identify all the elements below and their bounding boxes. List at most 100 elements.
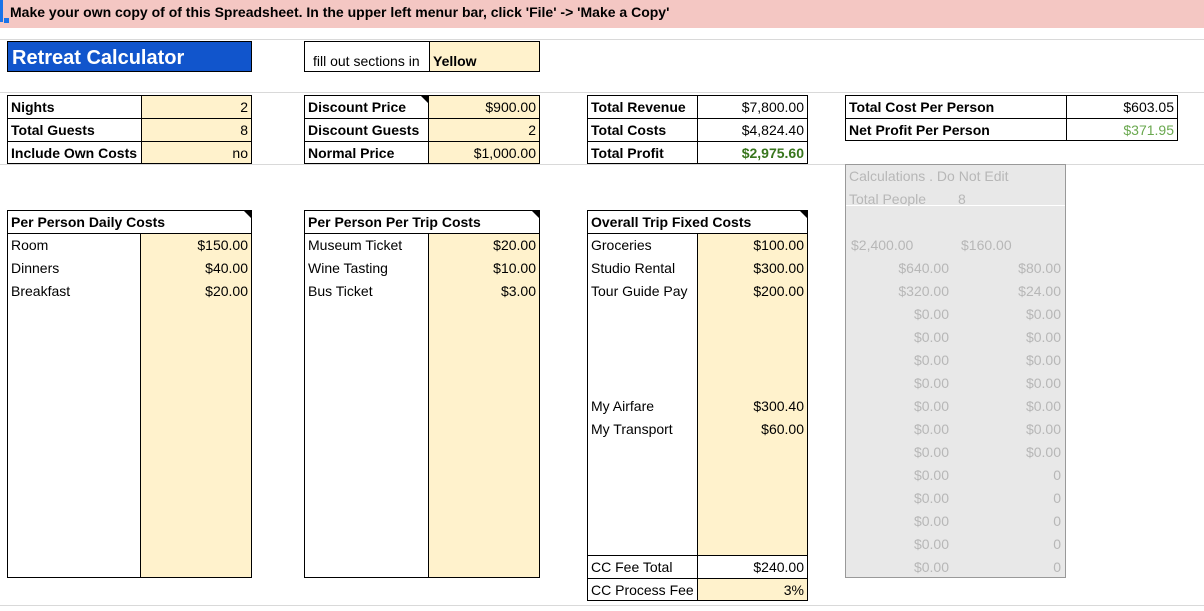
calc-value-b: $0.00 — [1025, 398, 1061, 414]
calc-value-b: 0 — [1053, 467, 1061, 483]
total-revenue-label: Total Revenue — [591, 99, 686, 115]
fixed-cost-value[interactable] — [698, 303, 807, 326]
input-label-include-own-costs: Include Own Costs — [11, 145, 138, 161]
fixed-cost-label — [588, 303, 697, 326]
calc-value-b: $160.00 — [961, 237, 1012, 253]
row-divider — [7, 141, 252, 142]
col-divider — [1066, 95, 1067, 141]
input-include-own-costs[interactable]: no — [141, 142, 251, 165]
cc-fee-total-value: $240.00 — [753, 559, 804, 575]
calc-value-a: $0.00 — [913, 306, 949, 322]
calc-value-b: 0 — [1053, 513, 1061, 529]
input-total-guests[interactable]: 8 — [141, 119, 251, 142]
calc-value-b: $0.00 — [1025, 375, 1061, 391]
calc-value-b: $24.00 — [1018, 283, 1061, 299]
fixed-cost-label: My Transport — [591, 421, 673, 437]
calc-value-a: $0.00 — [913, 398, 949, 414]
input-discount-guests[interactable]: 2 — [429, 119, 539, 142]
trip-costs-header: Per Person Per Trip Costs — [308, 214, 481, 230]
trip-cost-label: Museum Ticket — [308, 237, 403, 253]
daily-cost-label: Breakfast — [11, 283, 71, 299]
total-revenue-value: $7,800.00 — [741, 99, 804, 115]
calc-value-a: $0.00 — [913, 490, 949, 506]
daily-cost-value[interactable]: $150.00 — [141, 234, 251, 257]
fixed-cost-value[interactable]: $60.00 — [698, 418, 807, 441]
pricing-label-discount-guests: Discount Guests — [308, 122, 420, 138]
fixed-cost-value[interactable]: $100.00 — [698, 234, 807, 257]
calc-value-a: $0.00 — [913, 536, 949, 552]
cost-per-person-value: $603.05 — [1123, 99, 1174, 115]
page-title: Retreat Calculator — [7, 41, 252, 72]
input-discount-price[interactable]: $900.00 — [429, 96, 539, 119]
calc-value-b: 0 — [1053, 536, 1061, 552]
daily-cost-label: Dinners — [11, 260, 60, 276]
col-divider — [428, 95, 429, 164]
calc-value-a: $2,400.00 — [851, 237, 914, 253]
col-divider — [697, 95, 698, 164]
fixed-cost-value[interactable]: $300.40 — [698, 395, 807, 418]
trip-cost-label: Wine Tasting — [308, 260, 388, 276]
calc-value-a: $0.00 — [913, 421, 949, 437]
calc-value-b: 0 — [1053, 559, 1061, 575]
cc-fee-total-label: CC Fee Total — [591, 559, 673, 575]
input-cc-process-fee[interactable]: 3% — [698, 579, 807, 602]
calc-value-b: $0.00 — [1025, 352, 1061, 368]
cost-per-person-label: Total Cost Per Person — [849, 99, 995, 115]
daily-cost-value[interactable]: $40.00 — [141, 257, 251, 280]
comment-marker-icon[interactable] — [244, 211, 251, 218]
row-divider — [304, 118, 540, 119]
daily-cost-value[interactable]: $20.00 — [141, 280, 251, 303]
comment-marker-icon[interactable] — [800, 211, 807, 218]
instruction-text: fill out sections in — [304, 41, 429, 72]
trip-cost-value[interactable]: $10.00 — [429, 257, 539, 280]
input-normal-price[interactable]: $1,000.00 — [429, 142, 539, 165]
pricing-label-discount-price: Discount Price — [308, 99, 407, 115]
profit-per-person-label: Net Profit Per Person — [849, 122, 990, 138]
input-label-nights: Nights — [11, 99, 55, 115]
fixed-cost-label — [588, 326, 697, 349]
fixed-cost-label: Studio Rental — [591, 260, 676, 276]
calc-value-a: $0.00 — [913, 559, 949, 575]
row-divider — [304, 141, 540, 142]
input-label-total-guests: Total Guests — [11, 122, 95, 138]
daily-costs-header: Per Person Daily Costs — [11, 214, 166, 230]
calculations-header: Calculations . Do Not Edit — [849, 168, 1009, 184]
cell-selection-marker[interactable] — [0, 0, 3, 22]
input-nights[interactable]: 2 — [141, 96, 251, 119]
fixed-cost-label — [588, 372, 697, 395]
grid-line — [0, 39, 1204, 40]
total-costs-value: $4,824.40 — [741, 122, 804, 138]
fixed-cost-label: Groceries — [591, 237, 652, 253]
trip-cost-value[interactable]: $3.00 — [429, 280, 539, 303]
fixed-cost-label — [588, 349, 697, 372]
selection-fill-handle[interactable] — [4, 18, 9, 23]
calc-value-a: $0.00 — [913, 375, 949, 391]
daily-cost-label: Room — [11, 237, 49, 253]
total-profit-value: $2,975.60 — [741, 145, 804, 161]
banner-text: Make your own copy of of this Spreadshee… — [10, 4, 670, 20]
fixed-cost-value[interactable] — [698, 349, 807, 372]
calculations-panel-edge — [1065, 205, 1066, 233]
row-divider — [7, 118, 252, 119]
fixed-cost-label: My Airfare — [591, 398, 655, 414]
fixed-cost-value[interactable] — [698, 326, 807, 349]
grid-line — [0, 92, 1204, 93]
copy-instruction-banner: Make your own copy of of this Spreadshee… — [0, 0, 1204, 28]
col-divider — [141, 95, 142, 164]
instruction-highlight[interactable]: Yellow — [429, 41, 540, 72]
total-costs-label: Total Costs — [591, 122, 667, 138]
grid-line — [0, 605, 1204, 606]
comment-marker-icon[interactable] — [421, 96, 428, 103]
fixed-cost-value[interactable]: $300.00 — [698, 257, 807, 280]
calc-value-b: $0.00 — [1025, 444, 1061, 460]
calc-value-a: $0.00 — [913, 329, 949, 345]
calc-value-b: $0.00 — [1025, 421, 1061, 437]
calc-value-a: $0.00 — [913, 444, 949, 460]
fixed-cost-value[interactable] — [698, 372, 807, 395]
cc-process-fee-label: CC Process Fee — [591, 582, 694, 598]
comment-marker-icon[interactable] — [532, 211, 539, 218]
profit-per-person-value: $371.95 — [1123, 122, 1174, 138]
calc-value-a: $0.00 — [913, 352, 949, 368]
fixed-cost-value[interactable]: $200.00 — [698, 280, 807, 303]
trip-cost-value[interactable]: $20.00 — [429, 234, 539, 257]
